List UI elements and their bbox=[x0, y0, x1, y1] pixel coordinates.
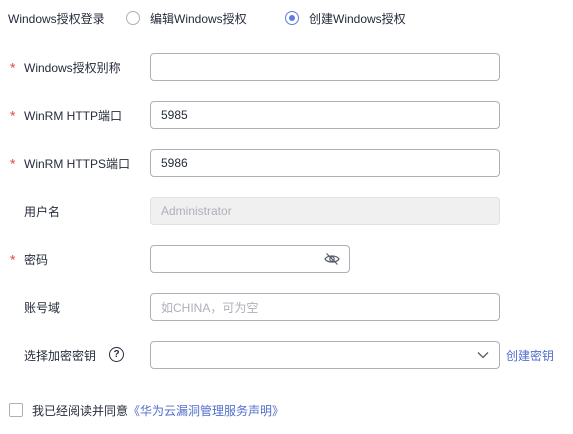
create-key-link[interactable]: 创建密钥 bbox=[506, 347, 554, 364]
required-asterisk: * bbox=[10, 59, 16, 76]
alias-label: Windows授权别称 bbox=[24, 60, 121, 75]
radio-edit-label: 编辑Windows授权 bbox=[150, 11, 247, 26]
domain-placeholder: 如CHINA，可为空 bbox=[161, 300, 259, 315]
alias-input[interactable] bbox=[150, 53, 500, 81]
password-input[interactable] bbox=[150, 245, 350, 273]
question-circle-icon[interactable]: ? bbox=[109, 347, 124, 362]
radio-edit-authorization[interactable]: 编辑Windows授权 bbox=[126, 10, 247, 27]
required-asterisk: * bbox=[10, 107, 16, 124]
password-row: * 密码 bbox=[0, 245, 573, 273]
password-label: 密码 bbox=[24, 252, 49, 267]
http-port-row: * WinRM HTTP端口 5985 bbox=[0, 101, 573, 129]
http-port-input[interactable]: 5985 bbox=[150, 101, 500, 129]
auth-mode-label: Windows授权登录 bbox=[8, 11, 105, 26]
https-port-label: WinRM HTTPS端口 bbox=[24, 156, 130, 171]
http-port-label: WinRM HTTP端口 bbox=[24, 108, 122, 123]
http-port-value: 5985 bbox=[161, 108, 188, 122]
key-select[interactable] bbox=[150, 341, 500, 369]
key-label: 选择加密密钥 bbox=[24, 348, 97, 363]
username-input: Administrator bbox=[150, 197, 500, 225]
username-row: 用户名 Administrator bbox=[0, 197, 573, 225]
https-port-input[interactable]: 5986 bbox=[150, 149, 500, 177]
alias-row: * Windows授权别称 bbox=[0, 53, 573, 81]
username-label: 用户名 bbox=[24, 204, 61, 219]
radio-create-label: 创建Windows授权 bbox=[309, 11, 406, 26]
https-port-value: 5986 bbox=[161, 156, 188, 170]
domain-input[interactable]: 如CHINA，可为空 bbox=[150, 293, 500, 321]
domain-label: 账号域 bbox=[24, 300, 61, 315]
agreement-link[interactable]: 《华为云漏洞管理服务声明》 bbox=[128, 402, 284, 419]
chevron-down-icon[interactable] bbox=[477, 351, 489, 359]
radio-circle[interactable] bbox=[126, 11, 140, 25]
required-asterisk: * bbox=[10, 155, 16, 172]
key-row: 选择加密密钥 ? 创建密钥 bbox=[0, 341, 573, 369]
https-port-row: * WinRM HTTPS端口 5986 bbox=[0, 149, 573, 177]
username-value: Administrator bbox=[161, 204, 232, 218]
radio-circle-checked[interactable] bbox=[285, 11, 299, 25]
agreement-checkbox[interactable] bbox=[9, 403, 23, 417]
eye-off-icon[interactable] bbox=[324, 252, 340, 266]
auth-mode-row: Windows授权登录 编辑Windows授权 创建Windows授权 bbox=[0, 8, 573, 28]
domain-row: 账号域 如CHINA，可为空 bbox=[0, 293, 573, 321]
radio-create-authorization[interactable]: 创建Windows授权 bbox=[285, 10, 406, 27]
agreement-row: 我已经阅读并同意 《华为云漏洞管理服务声明》 bbox=[0, 401, 573, 419]
agreement-text: 我已经阅读并同意 bbox=[32, 403, 129, 418]
required-asterisk: * bbox=[10, 251, 16, 268]
